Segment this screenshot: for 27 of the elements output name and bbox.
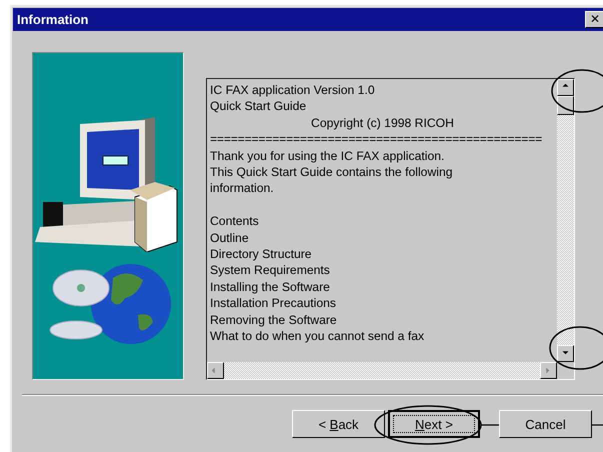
readme-line: IC FAX application Version 1.0 (210, 82, 376, 98)
readme-line: Outline (210, 230, 250, 246)
vertical-scrollbar[interactable] (557, 79, 574, 362)
scroll-down-button[interactable] (557, 345, 574, 362)
readme-line: Thank you for using the IC FAX application. (210, 148, 446, 164)
back-button[interactable]: < Back (292, 410, 385, 438)
next-button[interactable]: Next > (388, 410, 480, 438)
readme-line: Installation Precautions (210, 295, 338, 312)
scroll-up-button[interactable] (557, 79, 574, 96)
separator-text: ================================================ (210, 131, 544, 148)
readme-line: Installing the Software (210, 278, 331, 296)
scroll-thumb[interactable] (557, 96, 574, 115)
close-button[interactable]: ✕ (585, 11, 603, 28)
readme-line: information. (210, 180, 275, 197)
scroll-right-button[interactable] (540, 362, 557, 379)
readme-line: Quick Start Guide (210, 98, 308, 115)
horizontal-scrollbar[interactable] (207, 362, 557, 379)
readme-line: Directory Structure (210, 246, 313, 262)
readme-line: What to do when you cannot send a fax (210, 328, 426, 344)
readme-line: System Requirements (210, 262, 331, 279)
readme-line: Removing the Software (210, 312, 338, 328)
readme-line: Copyright (c) 1998 RICOH (310, 114, 455, 132)
cancel-button[interactable]: Cancel (499, 410, 592, 438)
scroll-left-button[interactable] (207, 362, 224, 379)
readme-line: This Quick Start Guide contains the following (210, 164, 454, 180)
readme-line: Contents (210, 213, 260, 230)
window-title: Information (17, 12, 88, 27)
